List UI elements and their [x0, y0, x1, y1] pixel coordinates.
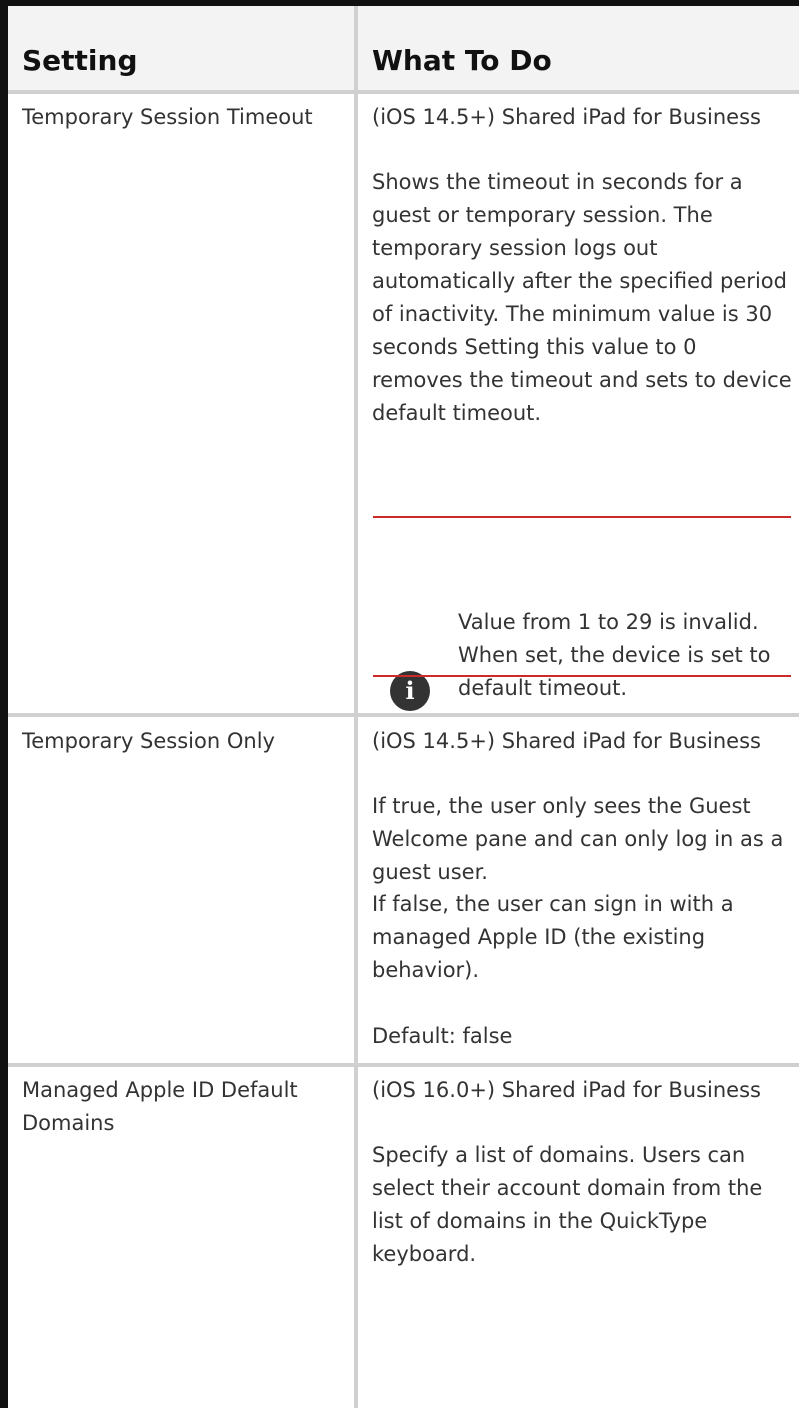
note-text: Value from 1 to 29 is invalid. When set,… — [458, 610, 771, 700]
column-header-what-to-do: What To Do — [372, 44, 552, 77]
table-row-2-version: (iOS 14.5+) Shared iPad for Business — [372, 729, 761, 753]
table-row-1-version: (iOS 14.5+) Shared iPad for Business — [372, 105, 761, 129]
table-top-border — [0, 0, 799, 6]
note-bottom-rule — [373, 675, 791, 677]
info-icon: i — [390, 671, 430, 711]
column-header-setting: Setting — [22, 44, 138, 77]
table-row-3-setting: Managed Apple ID Default Domains — [22, 1078, 298, 1135]
table-row-1-description: Shows the timeout in seconds for a guest… — [372, 170, 792, 425]
column-divider — [354, 6, 358, 1408]
header-divider — [8, 90, 799, 94]
table-row-2-setting: Temporary Session Only — [22, 729, 275, 753]
note-top-rule — [373, 516, 791, 518]
table-row-1-setting: Temporary Session Timeout — [22, 105, 313, 129]
table-row-2-paragraph-3: Default: false — [372, 1024, 513, 1048]
row-divider-2 — [8, 1063, 799, 1067]
table-left-border — [0, 0, 8, 1408]
table-row-3-version: (iOS 16.0+) Shared iPad for Business — [372, 1078, 761, 1102]
settings-table: Setting What To Do Temporary Session Tim… — [0, 0, 799, 1408]
table-row-2-paragraph-2: If false, the user can sign in with a ma… — [372, 892, 734, 982]
table-row-3-description: Specify a list of domains. Users can sel… — [372, 1143, 763, 1266]
table-row-2-paragraph-1: If true, the user only sees the Guest We… — [372, 794, 784, 884]
row-divider-1 — [8, 713, 799, 717]
